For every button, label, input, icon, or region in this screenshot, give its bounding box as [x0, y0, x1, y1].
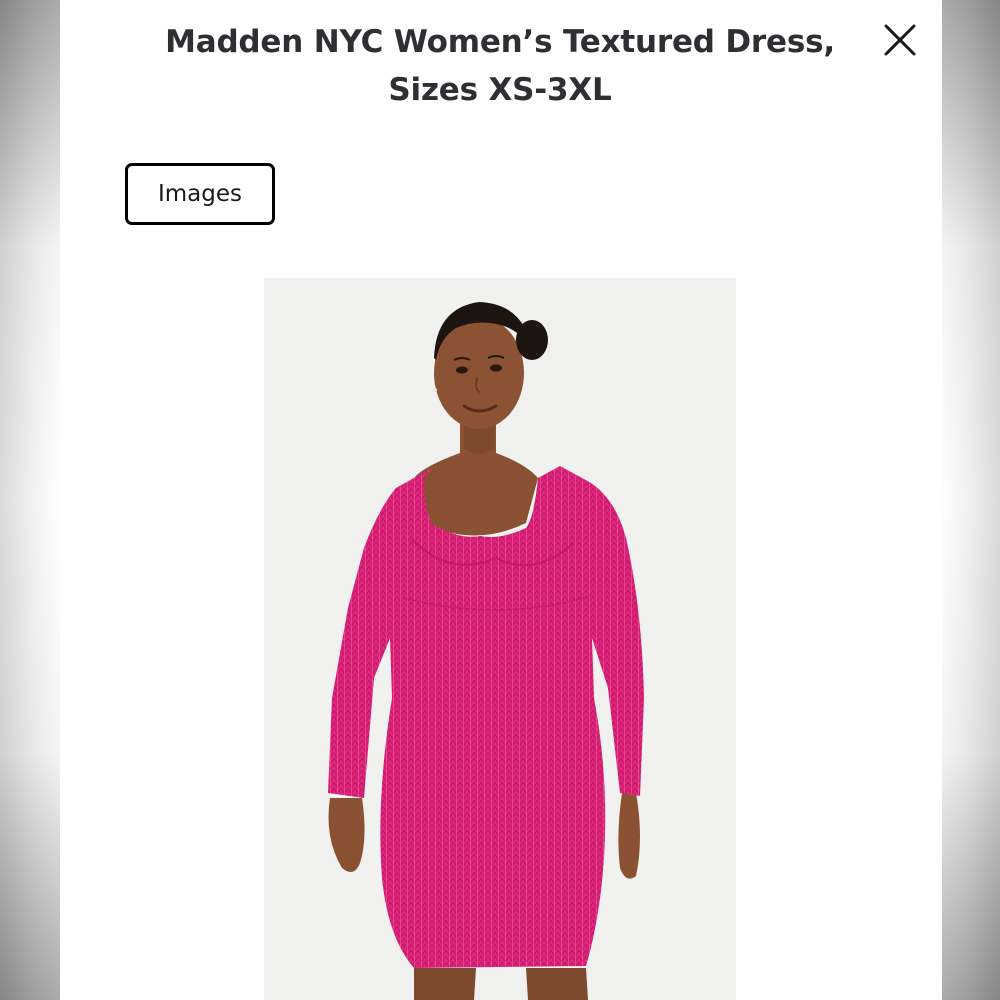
images-tab-button[interactable]: Images — [125, 163, 275, 225]
close-button[interactable] — [878, 18, 922, 62]
product-title-line-2: Sizes XS-3XL — [388, 72, 612, 108]
product-title: Madden NYC Women’s Textured Dress, Sizes… — [160, 18, 840, 114]
product-photo[interactable] — [264, 278, 736, 1000]
product-image-viewer: Madden NYC Women’s Textured Dress, Sizes… — [60, 0, 942, 1000]
model-in-pink-dress-illustration — [328, 302, 644, 1000]
close-icon — [884, 24, 916, 56]
background-blur-right — [942, 0, 1000, 1000]
background-blur-left — [0, 0, 60, 1000]
product-title-line-1: Madden NYC Women’s Textured Dress, — [165, 24, 835, 60]
